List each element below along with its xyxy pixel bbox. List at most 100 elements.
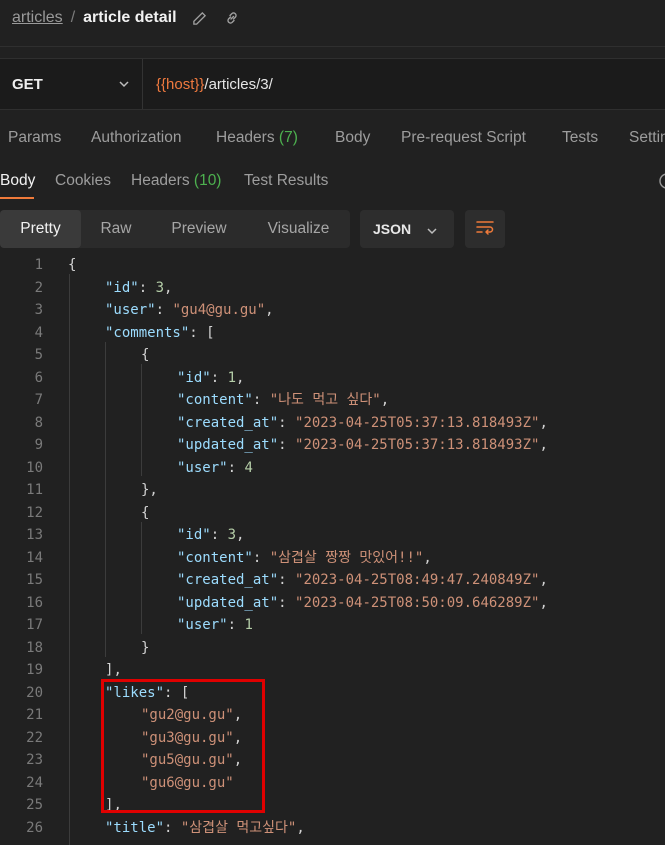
tab-body[interactable]: Body [335, 129, 370, 147]
json-string: "gu5@gu.gu" [141, 752, 234, 768]
tab-response-headers-label: Headers [131, 172, 190, 189]
response-tabs: Body Cookies Headers (10) Test Results [0, 162, 665, 202]
code-line: "user": 1 [177, 617, 253, 633]
tab-headers-label: Headers [216, 129, 275, 146]
tab-response-body[interactable]: Body [0, 172, 35, 190]
tab-headers[interactable]: Headers (7) [216, 129, 298, 147]
json-string: "gu4@gu.gu" [172, 302, 266, 318]
code-line: ], [105, 662, 122, 678]
url-input[interactable]: {{host}}/articles/3/ [156, 59, 273, 109]
json-string: "gu6@gu.gu" [141, 774, 234, 791]
json-key: "title" [105, 819, 165, 836]
url-path: /articles/3/ [204, 75, 273, 93]
format-select[interactable]: JSON [360, 210, 454, 248]
json-string: "2023-04-25T05:37:13.818493Z" [295, 437, 540, 453]
method-select[interactable]: GET [0, 59, 143, 109]
line-number: 21 [26, 707, 43, 723]
tab-settings[interactable]: Settings [629, 129, 665, 147]
line-number: 26 [26, 819, 43, 836]
line-number: 8 [34, 414, 43, 431]
response-code-viewer[interactable]: 1 2 3 4 5 6 7 8 9 10 11 12 13 14 15 16 1… [0, 254, 665, 845]
format-label: JSON [373, 221, 412, 237]
tab-pre-request-script[interactable]: Pre-request Script [401, 129, 526, 147]
code-line: "updated_at": "2023-04-25T08:50:09.64628… [177, 594, 548, 611]
line-number: 13 [26, 527, 43, 543]
code-line: "title": "삼겹살 먹고싶다", [105, 819, 305, 836]
json-key: "id" [177, 527, 211, 543]
line-number: 12 [26, 504, 43, 521]
tab-tests[interactable]: Tests [562, 129, 598, 147]
chevron-down-icon [118, 77, 130, 95]
tab-params[interactable]: Params [8, 129, 61, 147]
line-number: 22 [26, 729, 43, 746]
json-key: "user" [105, 302, 156, 318]
code-line: "id": 1, [177, 369, 245, 386]
json-key: "created_at" [177, 414, 279, 431]
wrap-lines-icon [475, 218, 495, 241]
line-number: 7 [34, 392, 43, 408]
json-number: 1 [244, 617, 253, 633]
chevron-down-icon [426, 224, 438, 242]
json-string: "2023-04-25T08:49:47.240849Z" [295, 572, 540, 588]
line-number: 16 [26, 594, 43, 611]
response-headers-count-badge: (10) [193, 172, 222, 189]
view-pretty-button[interactable]: Pretty [0, 210, 81, 248]
tab-authorization[interactable]: Authorization [91, 129, 181, 147]
code-line: "gu2@gu.gu", [141, 707, 243, 723]
json-string: "gu2@gu.gu" [141, 707, 234, 723]
tab-test-results[interactable]: Test Results [244, 172, 328, 190]
code-line: { [68, 254, 76, 277]
line-number: 9 [34, 437, 43, 453]
line-number: 6 [34, 369, 43, 386]
json-key: "created_at" [177, 572, 279, 588]
view-mode-group: Pretty Raw Preview Visualize [0, 210, 350, 248]
wrap-lines-button[interactable] [465, 210, 505, 248]
json-string: "삼겹살 짱짱 맛있어!!" [269, 549, 424, 566]
json-key: "comments" [105, 324, 190, 341]
indent-guide [105, 342, 106, 657]
view-preview-button[interactable]: Preview [151, 210, 247, 248]
edit-pencil-icon[interactable] [191, 9, 209, 27]
code-line: "gu6@gu.gu" [141, 772, 234, 795]
line-number: 5 [34, 347, 43, 363]
code-line: ], [105, 797, 122, 813]
headers-count-badge: (7) [278, 129, 298, 146]
breadcrumb-separator: / [70, 9, 76, 26]
request-bar: GET {{host}}/articles/3/ [0, 58, 665, 110]
code-line: "likes": [ [105, 684, 190, 701]
json-key: "id" [105, 279, 139, 296]
code-line: "user": 4 [177, 459, 253, 476]
json-number: 3 [155, 279, 165, 296]
json-string: "2023-04-25T05:37:13.818493Z" [295, 414, 540, 431]
code-line: { [141, 347, 150, 363]
line-number: 17 [26, 617, 43, 633]
json-string: "나도 먹고 싶다" [269, 392, 381, 408]
json-key: "content" [177, 392, 253, 408]
line-number: 11 [26, 482, 43, 498]
line-number: 23 [26, 752, 43, 768]
json-string: "삼겹살 먹고싶다" [180, 819, 297, 836]
tab-response-headers[interactable]: Headers (10) [131, 172, 221, 190]
view-visualize-button[interactable]: Visualize [247, 210, 350, 248]
line-number: 4 [34, 324, 43, 341]
line-number: 15 [26, 572, 43, 588]
active-tab-underline [0, 197, 34, 199]
json-key: "content" [177, 549, 253, 566]
json-key: "user" [177, 459, 228, 476]
line-number: 19 [26, 662, 43, 678]
json-number: 3 [227, 527, 237, 543]
json-key: "id" [177, 369, 211, 386]
code-line: "gu5@gu.gu", [141, 752, 243, 768]
tab-cookies[interactable]: Cookies [55, 172, 111, 190]
request-name[interactable]: article detail [83, 9, 176, 27]
code-line: "content": "삼겹살 짱짱 맛있어!!", [177, 549, 432, 566]
link-icon[interactable] [223, 9, 241, 27]
code-line: }, [141, 482, 158, 498]
globe-icon[interactable] [658, 172, 665, 195]
view-raw-button[interactable]: Raw [81, 210, 151, 248]
json-brace: { [68, 257, 77, 273]
line-number: 10 [26, 459, 43, 476]
code-line: "gu3@gu.gu", [141, 729, 243, 746]
breadcrumb-parent-link[interactable]: articles [12, 9, 63, 27]
json-key: "user" [177, 617, 228, 633]
